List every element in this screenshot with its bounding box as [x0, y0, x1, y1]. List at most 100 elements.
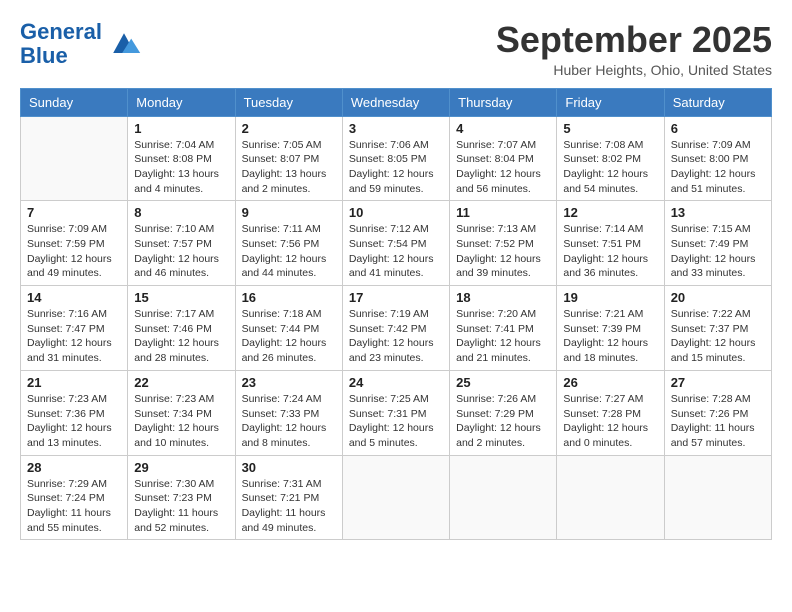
day-number: 18: [456, 290, 550, 305]
day-number: 11: [456, 205, 550, 220]
calendar-week-row: 1 Sunrise: 7:04 AMSunset: 8:08 PMDaylight…: [21, 116, 772, 201]
calendar-week-row: 14 Sunrise: 7:16 AMSunset: 7:47 PMDayligh…: [21, 286, 772, 371]
calendar-cell: 2 Sunrise: 7:05 AMSunset: 8:07 PMDaylight…: [235, 116, 342, 201]
day-number: 29: [134, 460, 228, 475]
col-header-monday: Monday: [128, 88, 235, 116]
day-number: 2: [242, 121, 336, 136]
day-info: Sunrise: 7:28 AMSunset: 7:26 PMDaylight:…: [671, 392, 765, 451]
calendar-cell: 15Sunrise: 7:17 AMSunset: 7:46 PMDayligh…: [128, 286, 235, 371]
day-number: 15: [134, 290, 228, 305]
day-number: 5: [563, 121, 657, 136]
page-header: General Blue September 2025 Huber Height…: [20, 20, 772, 78]
day-number: 23: [242, 375, 336, 390]
day-info: Sunrise: 7:13 AMSunset: 7:52 PMDaylight:…: [456, 222, 550, 281]
calendar-cell: 12Sunrise: 7:14 AMSunset: 7:51 PMDayligh…: [557, 201, 664, 286]
day-number: 24: [349, 375, 443, 390]
calendar-cell: [557, 455, 664, 540]
day-info: Sunrise: 7:09 AMSunset: 7:59 PMDaylight:…: [27, 222, 121, 281]
calendar-cell: 7 Sunrise: 7:09 AMSunset: 7:59 PMDaylight…: [21, 201, 128, 286]
col-header-wednesday: Wednesday: [342, 88, 449, 116]
calendar-cell: 18Sunrise: 7:20 AMSunset: 7:41 PMDayligh…: [450, 286, 557, 371]
calendar-header-row: SundayMondayTuesdayWednesdayThursdayFrid…: [21, 88, 772, 116]
day-number: 21: [27, 375, 121, 390]
day-number: 4: [456, 121, 550, 136]
month-title: September 2025: [496, 20, 772, 60]
day-info: Sunrise: 7:30 AMSunset: 7:23 PMDaylight:…: [134, 477, 228, 536]
calendar-cell: 23Sunrise: 7:24 AMSunset: 7:33 PMDayligh…: [235, 370, 342, 455]
calendar-cell: [342, 455, 449, 540]
day-info: Sunrise: 7:27 AMSunset: 7:28 PMDaylight:…: [563, 392, 657, 451]
day-info: Sunrise: 7:06 AMSunset: 8:05 PMDaylight:…: [349, 138, 443, 197]
col-header-sunday: Sunday: [21, 88, 128, 116]
day-info: Sunrise: 7:22 AMSunset: 7:37 PMDaylight:…: [671, 307, 765, 366]
calendar-cell: 3 Sunrise: 7:06 AMSunset: 8:05 PMDaylight…: [342, 116, 449, 201]
calendar-cell: 8Sunrise: 7:10 AMSunset: 7:57 PMDaylight…: [128, 201, 235, 286]
calendar-cell: 9Sunrise: 7:11 AMSunset: 7:56 PMDaylight…: [235, 201, 342, 286]
day-number: 16: [242, 290, 336, 305]
day-info: Sunrise: 7:12 AMSunset: 7:54 PMDaylight:…: [349, 222, 443, 281]
col-header-saturday: Saturday: [664, 88, 771, 116]
calendar-cell: [450, 455, 557, 540]
day-number: 13: [671, 205, 765, 220]
day-info: Sunrise: 7:21 AMSunset: 7:39 PMDaylight:…: [563, 307, 657, 366]
calendar-cell: 6 Sunrise: 7:09 AMSunset: 8:00 PMDaylight…: [664, 116, 771, 201]
calendar-cell: 19 Sunrise: 7:21 AMSunset: 7:39 PMDayligh…: [557, 286, 664, 371]
day-info: Sunrise: 7:29 AMSunset: 7:24 PMDaylight:…: [27, 477, 121, 536]
day-number: 27: [671, 375, 765, 390]
day-info: Sunrise: 7:18 AMSunset: 7:44 PMDaylight:…: [242, 307, 336, 366]
calendar-cell: 24Sunrise: 7:25 AMSunset: 7:31 PMDayligh…: [342, 370, 449, 455]
calendar-cell: 27 Sunrise: 7:28 AMSunset: 7:26 PMDayligh…: [664, 370, 771, 455]
calendar-week-row: 7 Sunrise: 7:09 AMSunset: 7:59 PMDaylight…: [21, 201, 772, 286]
day-info: Sunrise: 7:09 AMSunset: 8:00 PMDaylight:…: [671, 138, 765, 197]
day-number: 26: [563, 375, 657, 390]
calendar-week-row: 21 Sunrise: 7:23 AMSunset: 7:36 PMDayligh…: [21, 370, 772, 455]
calendar-cell: 30 Sunrise: 7:31 AMSunset: 7:21 PMDayligh…: [235, 455, 342, 540]
location: Huber Heights, Ohio, United States: [496, 62, 772, 78]
day-info: Sunrise: 7:10 AMSunset: 7:57 PMDaylight:…: [134, 222, 228, 281]
day-number: 3: [349, 121, 443, 136]
day-info: Sunrise: 7:23 AMSunset: 7:34 PMDaylight:…: [134, 392, 228, 451]
day-info: Sunrise: 7:11 AMSunset: 7:56 PMDaylight:…: [242, 222, 336, 281]
day-number: 30: [242, 460, 336, 475]
day-info: Sunrise: 7:04 AMSunset: 8:08 PMDaylight:…: [134, 138, 228, 197]
calendar-cell: 5 Sunrise: 7:08 AMSunset: 8:02 PMDaylight…: [557, 116, 664, 201]
day-number: 6: [671, 121, 765, 136]
day-number: 1: [134, 121, 228, 136]
calendar-cell: 20 Sunrise: 7:22 AMSunset: 7:37 PMDayligh…: [664, 286, 771, 371]
day-info: Sunrise: 7:08 AMSunset: 8:02 PMDaylight:…: [563, 138, 657, 197]
day-info: Sunrise: 7:23 AMSunset: 7:36 PMDaylight:…: [27, 392, 121, 451]
calendar-table: SundayMondayTuesdayWednesdayThursdayFrid…: [20, 88, 772, 541]
day-info: Sunrise: 7:19 AMSunset: 7:42 PMDaylight:…: [349, 307, 443, 366]
col-header-tuesday: Tuesday: [235, 88, 342, 116]
day-number: 19: [563, 290, 657, 305]
calendar-cell: 13Sunrise: 7:15 AMSunset: 7:49 PMDayligh…: [664, 201, 771, 286]
day-number: 7: [27, 205, 121, 220]
day-info: Sunrise: 7:31 AMSunset: 7:21 PMDaylight:…: [242, 477, 336, 536]
day-number: 20: [671, 290, 765, 305]
calendar-cell: 25 Sunrise: 7:26 AMSunset: 7:29 PMDayligh…: [450, 370, 557, 455]
day-info: Sunrise: 7:26 AMSunset: 7:29 PMDaylight:…: [456, 392, 550, 451]
calendar-cell: 11 Sunrise: 7:13 AMSunset: 7:52 PMDayligh…: [450, 201, 557, 286]
logo-blue: Blue: [20, 44, 102, 68]
calendar-cell: 29 Sunrise: 7:30 AMSunset: 7:23 PMDayligh…: [128, 455, 235, 540]
calendar-cell: [664, 455, 771, 540]
day-number: 25: [456, 375, 550, 390]
calendar-cell: 17 Sunrise: 7:19 AMSunset: 7:42 PMDayligh…: [342, 286, 449, 371]
day-info: Sunrise: 7:05 AMSunset: 8:07 PMDaylight:…: [242, 138, 336, 197]
day-number: 10: [349, 205, 443, 220]
col-header-friday: Friday: [557, 88, 664, 116]
calendar-cell: [21, 116, 128, 201]
title-block: September 2025 Huber Heights, Ohio, Unit…: [496, 20, 772, 78]
calendar-cell: 14 Sunrise: 7:16 AMSunset: 7:47 PMDayligh…: [21, 286, 128, 371]
day-number: 17: [349, 290, 443, 305]
calendar-cell: 16 Sunrise: 7:18 AMSunset: 7:44 PMDayligh…: [235, 286, 342, 371]
calendar-cell: 1 Sunrise: 7:04 AMSunset: 8:08 PMDaylight…: [128, 116, 235, 201]
day-info: Sunrise: 7:16 AMSunset: 7:47 PMDaylight:…: [27, 307, 121, 366]
day-number: 22: [134, 375, 228, 390]
calendar-cell: 22 Sunrise: 7:23 AMSunset: 7:34 PMDayligh…: [128, 370, 235, 455]
calendar-cell: 21 Sunrise: 7:23 AMSunset: 7:36 PMDayligh…: [21, 370, 128, 455]
day-number: 12: [563, 205, 657, 220]
col-header-thursday: Thursday: [450, 88, 557, 116]
day-number: 14: [27, 290, 121, 305]
calendar-cell: 10 Sunrise: 7:12 AMSunset: 7:54 PMDayligh…: [342, 201, 449, 286]
